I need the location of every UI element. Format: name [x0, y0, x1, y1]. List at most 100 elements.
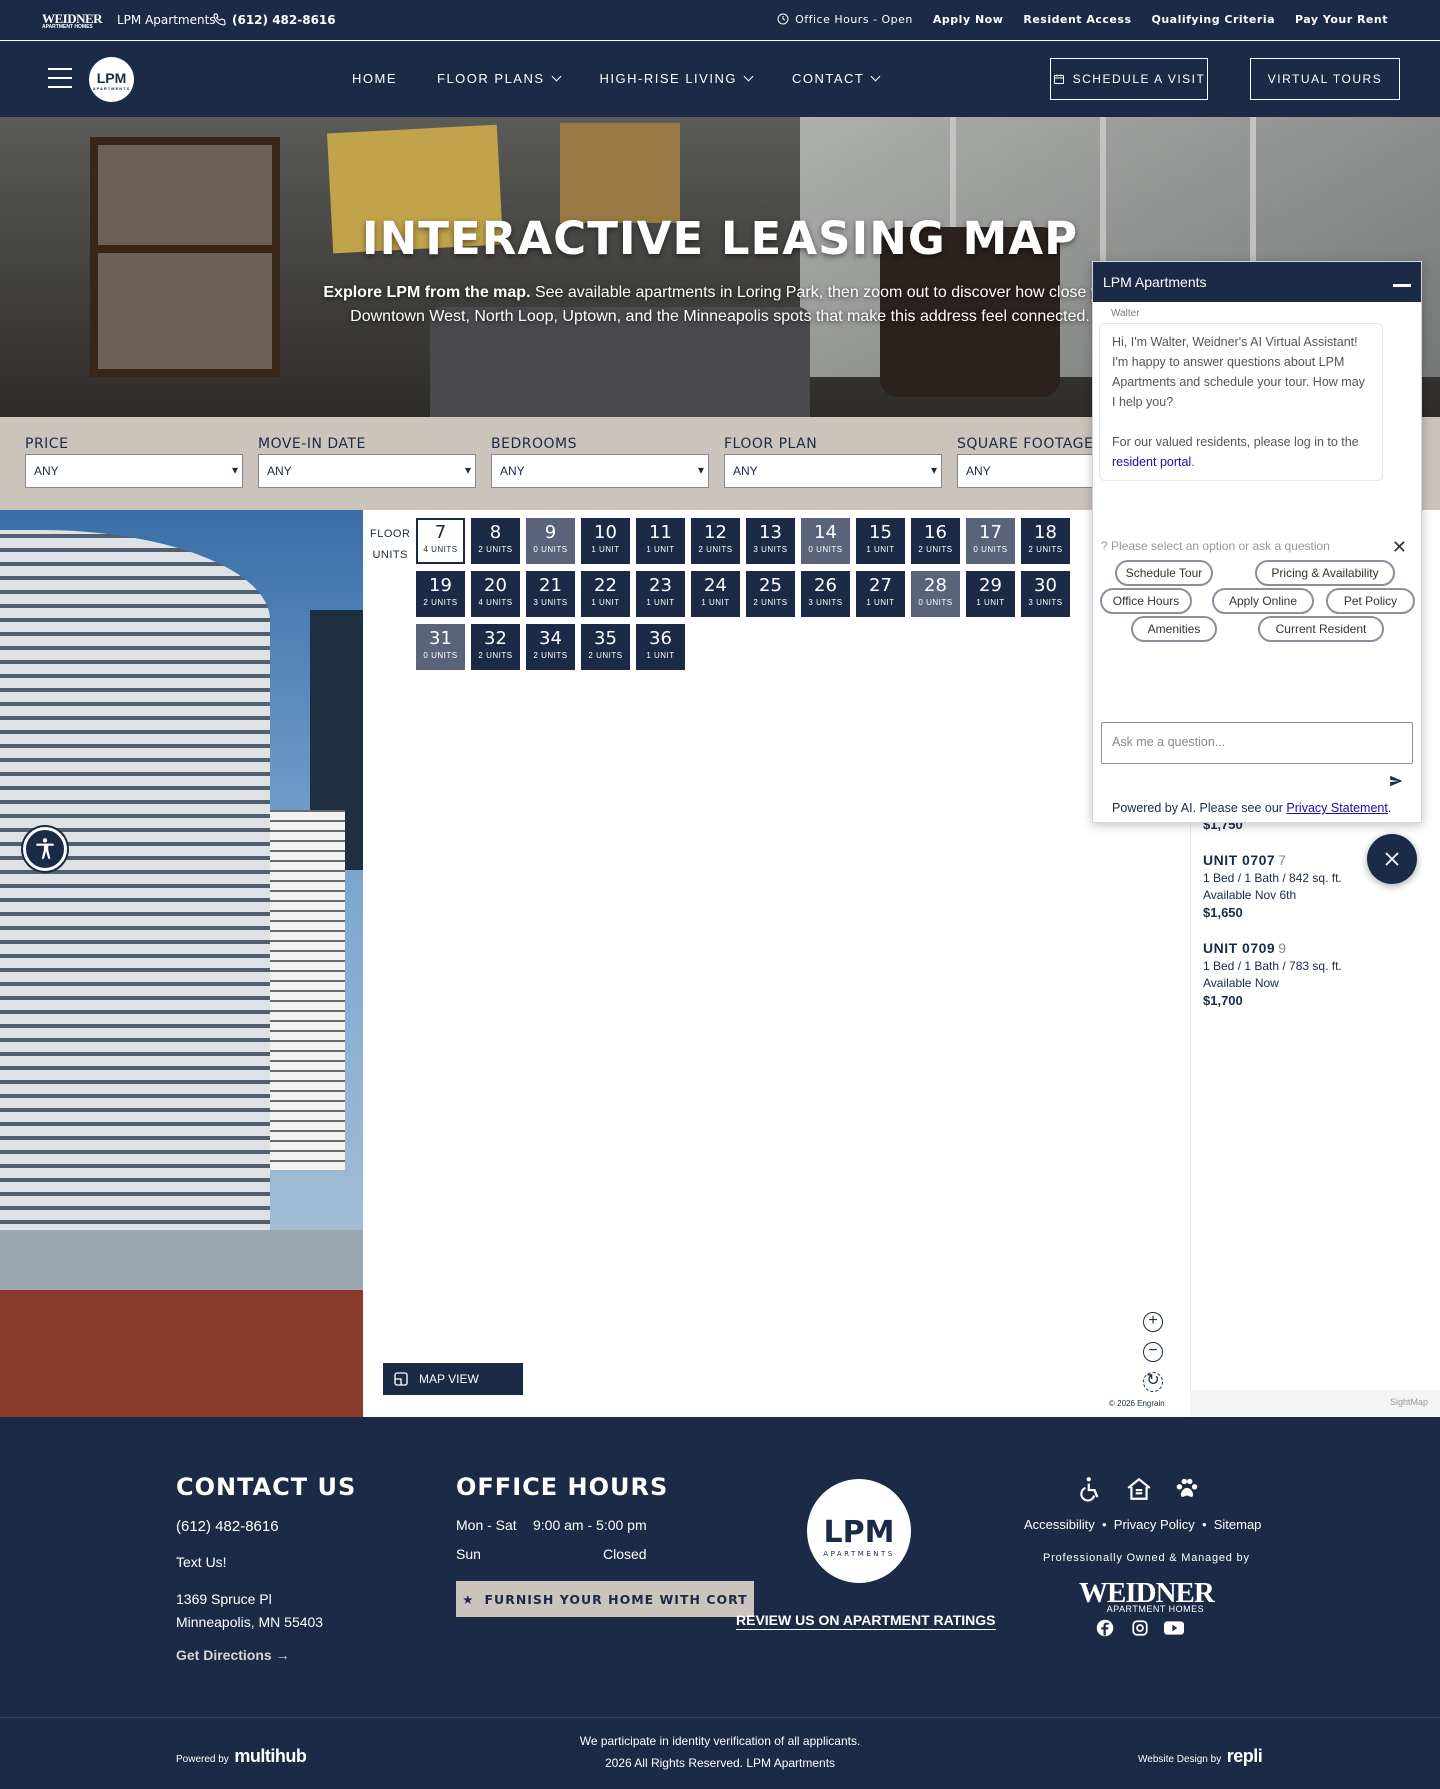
- floor-button[interactable]: 17 0 UNITS: [966, 518, 1015, 564]
- floor-button[interactable]: 7 4 UNITS: [416, 518, 465, 564]
- resident-portal-link[interactable]: resident portal: [1112, 455, 1191, 469]
- pet-policy-option[interactable]: Pet Policy: [1326, 588, 1415, 614]
- floor-button[interactable]: 24 1 UNIT: [691, 571, 740, 617]
- pay-rent-link[interactable]: Pay Your Rent: [1295, 13, 1388, 26]
- floor-button[interactable]: 36 1 UNIT: [636, 624, 685, 670]
- floor-button[interactable]: 18 2 UNITS: [1021, 518, 1070, 564]
- floor-button[interactable]: 31 0 UNITS: [416, 624, 465, 670]
- accessibility-icon[interactable]: [23, 827, 67, 871]
- floor-button[interactable]: 30 3 UNITS: [1021, 571, 1070, 617]
- floor-button[interactable]: 34 2 UNITS: [526, 624, 575, 670]
- nav-home[interactable]: HOME: [352, 71, 397, 86]
- sightmap-credit[interactable]: SightMap: [1190, 1390, 1440, 1417]
- floor-number: 24: [704, 575, 727, 596]
- chat-close-button[interactable]: [1367, 834, 1417, 884]
- pricing-option[interactable]: Pricing & Availability: [1255, 560, 1395, 586]
- hero-photo-poster: [560, 123, 680, 223]
- footer-logo[interactable]: LPM APARTMENTS: [807, 1479, 911, 1583]
- instagram-icon[interactable]: [1131, 1619, 1149, 1637]
- nav-contact[interactable]: CONTACT: [792, 71, 879, 86]
- office-hours-option[interactable]: Office Hours: [1100, 588, 1192, 614]
- floor-button[interactable]: 9 0 UNITS: [526, 518, 575, 564]
- chat-input[interactable]: Ask me a question...: [1101, 722, 1413, 764]
- apply-online-option[interactable]: Apply Online: [1212, 588, 1314, 614]
- site-logo[interactable]: LPM APARTMENTS: [89, 57, 134, 102]
- apply-now-link[interactable]: Apply Now: [933, 13, 1003, 26]
- map-view-button[interactable]: MAP VIEW: [383, 1363, 523, 1395]
- price-select[interactable]: ANY: [25, 454, 243, 488]
- menu-icon[interactable]: [48, 68, 72, 88]
- qualifying-criteria-link[interactable]: Qualifying Criteria: [1152, 13, 1276, 26]
- floor-number: 10: [594, 522, 617, 543]
- price-filter: PRICE ANY: [25, 436, 243, 488]
- facebook-icon[interactable]: [1096, 1619, 1114, 1637]
- minimize-icon[interactable]: [1393, 284, 1411, 287]
- property-name: LPM Apartments: [117, 13, 216, 27]
- map-view-icon: [394, 1372, 408, 1386]
- unit-card[interactable]: UNIT 0707 7 1 Bed / 1 Bath / 842 sq. ft. A…: [1203, 852, 1342, 922]
- zoom-out-icon[interactable]: −: [1143, 1342, 1163, 1362]
- floor-button[interactable]: 8 2 UNITS: [471, 518, 520, 564]
- floor-button[interactable]: 15 1 UNIT: [856, 518, 905, 564]
- floor-unit-count: 4 UNITS: [478, 598, 513, 607]
- schedule-visit-button[interactable]: SCHEDULE A VISIT: [1050, 58, 1208, 100]
- floor-button[interactable]: 13 3 UNITS: [746, 518, 795, 564]
- unit-card[interactable]: UNIT 0709 9 1 Bed / 1 Bath / 783 sq. ft. A…: [1203, 940, 1342, 1010]
- send-icon[interactable]: [1389, 774, 1403, 791]
- reset-view-icon[interactable]: ↻: [1143, 1372, 1163, 1392]
- privacy-policy-link[interactable]: Privacy Policy: [1114, 1517, 1195, 1532]
- floor-button[interactable]: 19 2 UNITS: [416, 571, 465, 617]
- privacy-statement-link[interactable]: Privacy Statement: [1286, 801, 1387, 815]
- youtube-icon[interactable]: [1164, 1620, 1184, 1636]
- nav-high-rise-living[interactable]: HIGH-RISE LIVING: [600, 71, 752, 86]
- close-icon: [1385, 852, 1399, 866]
- floor-button[interactable]: 22 1 UNIT: [581, 571, 630, 617]
- floor-button[interactable]: 11 1 UNIT: [636, 518, 685, 564]
- floor-button[interactable]: 28 0 UNITS: [911, 571, 960, 617]
- website-design-credit[interactable]: Website Design by repli: [1138, 1746, 1263, 1767]
- amenities-option[interactable]: Amenities: [1131, 616, 1217, 642]
- floor-button[interactable]: 27 1 UNIT: [856, 571, 905, 617]
- floor-button[interactable]: 25 2 UNITS: [746, 571, 795, 617]
- floor-unit-count: 2 UNITS: [588, 651, 623, 660]
- footer-links: Accessibility • Privacy Policy • Sitemap: [1024, 1517, 1262, 1532]
- weidner-footer-logo[interactable]: WEIDNER APARTMENT HOMES: [1079, 1577, 1215, 1614]
- bedrooms-select[interactable]: ANY: [491, 454, 709, 488]
- phone-link[interactable]: (612) 482-8616: [213, 13, 336, 27]
- floor-unit-count: 1 UNIT: [591, 545, 620, 554]
- equal-housing-icon: [1127, 1477, 1151, 1500]
- floor-button[interactable]: 16 2 UNITS: [911, 518, 960, 564]
- floor-button[interactable]: 32 2 UNITS: [471, 624, 520, 670]
- floor-button[interactable]: 21 3 UNITS: [526, 571, 575, 617]
- text-us-link[interactable]: Text Us!: [176, 1554, 227, 1570]
- floor-button[interactable]: 20 4 UNITS: [471, 571, 520, 617]
- review-link[interactable]: REVIEW US ON APARTMENT RATINGS: [736, 1612, 996, 1630]
- sitemap-link[interactable]: Sitemap: [1214, 1517, 1262, 1532]
- floor-button[interactable]: 29 1 UNIT: [966, 571, 1015, 617]
- virtual-tours-button[interactable]: VIRTUAL TOURS: [1250, 58, 1400, 100]
- close-icon[interactable]: ✕: [1392, 537, 1407, 558]
- nav-floor-plans[interactable]: FLOOR PLANS: [437, 71, 560, 86]
- floor-button[interactable]: 14 0 UNITS: [801, 518, 850, 564]
- floor-plan-select[interactable]: ANY: [724, 454, 942, 488]
- clock-icon: [777, 13, 789, 25]
- floor-unit-count: 2 UNITS: [1028, 545, 1063, 554]
- weidner-logo[interactable]: WEIDNER APARTMENT HOMES: [42, 11, 103, 30]
- directions-link[interactable]: Get Directions →: [176, 1647, 290, 1663]
- schedule-tour-option[interactable]: Schedule Tour: [1115, 560, 1213, 586]
- accessibility-link[interactable]: Accessibility: [1024, 1517, 1095, 1532]
- floor-button[interactable]: 10 1 UNIT: [581, 518, 630, 564]
- footer-phone[interactable]: (612) 482-8616: [176, 1518, 279, 1535]
- floor-number: 29: [979, 575, 1002, 596]
- cort-button[interactable]: ★ FURNISH YOUR HOME WITH CORT: [456, 1581, 754, 1617]
- floor-button[interactable]: 26 3 UNITS: [801, 571, 850, 617]
- current-resident-option[interactable]: Current Resident: [1258, 616, 1384, 642]
- floor-button[interactable]: 35 2 UNITS: [581, 624, 630, 670]
- move-in-select[interactable]: ANY: [258, 454, 476, 488]
- office-hours-status[interactable]: Office Hours - Open: [777, 13, 913, 26]
- floor-button[interactable]: 12 2 UNITS: [691, 518, 740, 564]
- zoom-in-icon[interactable]: +: [1143, 1312, 1163, 1332]
- floor-unit-count: 4 UNITS: [423, 545, 458, 554]
- resident-access-link[interactable]: Resident Access: [1023, 13, 1131, 26]
- floor-button[interactable]: 23 1 UNIT: [636, 571, 685, 617]
